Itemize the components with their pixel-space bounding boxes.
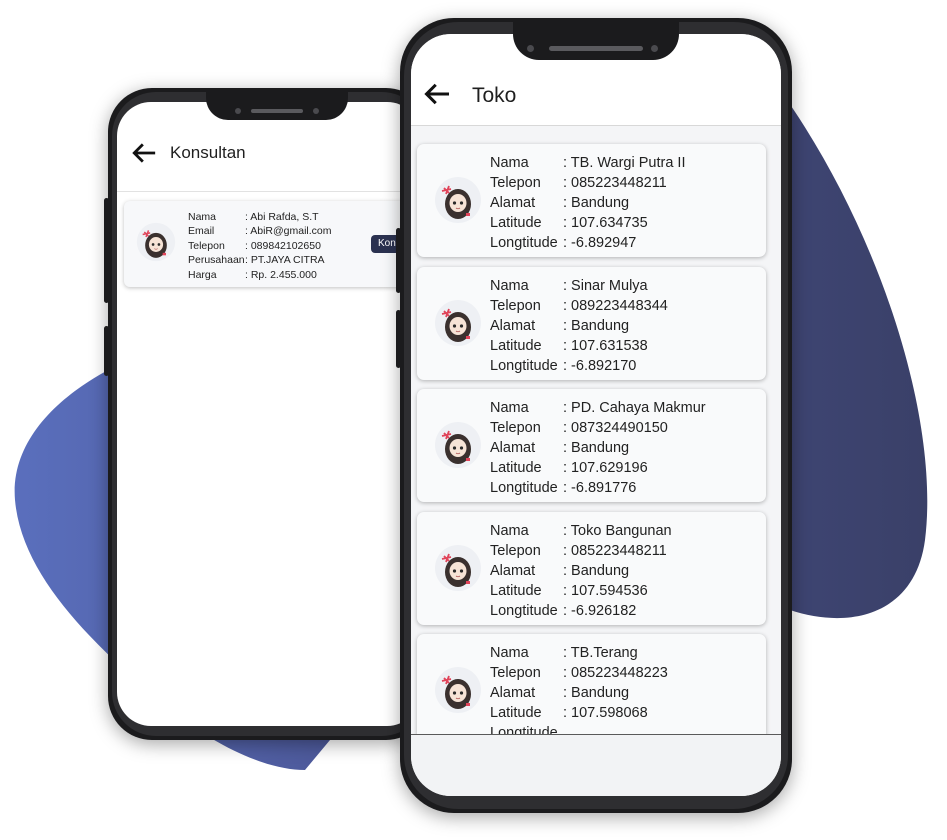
avatar	[435, 422, 481, 468]
store-fields: Nama: TB.Terang Telepon: 085223448223 Al…	[490, 643, 668, 734]
field-alamat: Alamat: Bandung	[490, 317, 630, 334]
field-latitude: Latitude: 107.629196	[490, 460, 648, 476]
phone-notch	[206, 88, 348, 120]
bottom-area	[411, 734, 781, 796]
field-nama: Nama: TB.Terang	[490, 645, 638, 661]
store-card[interactable]: Nama: Toko Bangunan Telepon: 08522344821…	[417, 511, 766, 625]
field-email: Email: AbiR@gmail.com	[188, 225, 332, 238]
field-longtitude: Longtitude	[490, 725, 558, 734]
store-list[interactable]: Nama: TB. Wargi Putra II Telepon: 085223…	[411, 126, 781, 734]
field-telepon: Telepon: 085223448223	[490, 665, 668, 681]
store-fields: Nama: PD. Cahaya Makmur Telepon: 0873244…	[490, 398, 706, 498]
konsultan-screen: Konsultan Nama: Abi Rafda, S.T Email: Ab…	[117, 102, 421, 726]
field-nama: Nama: Toko Bangunan	[490, 522, 672, 539]
field-telepon: Telepon: 085223448211	[490, 175, 667, 191]
field-nama: Nama: Abi Rafda, S.T	[188, 211, 319, 223]
field-telepon: Telepon: 089223448344	[490, 297, 668, 314]
arrow-left-icon[interactable]	[423, 80, 451, 108]
field-telepon: Telepon: 087324490150	[490, 420, 668, 436]
field-nama: Nama: PD. Cahaya Makmur	[490, 400, 706, 416]
field-latitude: Latitude: 107.634735	[490, 215, 648, 231]
page-title: Toko	[472, 84, 517, 107]
store-fields: Nama: Toko Bangunan Telepon: 08522344821…	[490, 521, 672, 621]
avatar	[435, 177, 481, 223]
field-longtitude: Longtitude: -6.892947	[490, 235, 637, 251]
field-perusahaan: Perusahaan: PT.JAYA CITRA	[188, 254, 325, 267]
field-nama: Nama: TB. Wargi Putra II	[490, 155, 686, 171]
field-latitude: Latitude: 107.598068	[490, 705, 648, 721]
konsultan-fields: Nama: Abi Rafda, S.T Email: AbiR@gmail.c…	[188, 210, 332, 282]
phone-notch	[513, 18, 679, 60]
arrow-left-icon[interactable]	[131, 140, 157, 166]
volume-button	[396, 228, 401, 293]
page-title: Konsultan	[170, 143, 246, 162]
store-fields: Nama: TB. Wargi Putra II Telepon: 085223…	[490, 153, 685, 253]
konsultan-phone: Konsultan Nama: Abi Rafda, S.T Email: Ab…	[104, 88, 430, 740]
volume-button	[104, 198, 109, 303]
field-latitude: Latitude: 107.594536	[490, 582, 648, 599]
field-alamat: Alamat: Bandung	[490, 685, 630, 701]
field-alamat: Alamat: Bandung	[490, 440, 630, 456]
toko-screen: Toko Nama: TB. Wargi Putra II Telepon: 0…	[411, 34, 781, 796]
field-harga: Harga: Rp. 2.455.000	[188, 268, 317, 281]
field-telepon: Telepon: 089842102650	[188, 239, 321, 252]
field-latitude: Latitude: 107.631538	[490, 337, 648, 354]
field-alamat: Alamat: Bandung	[490, 562, 630, 579]
field-longtitude: Longtitude: -6.891776	[490, 480, 637, 496]
field-longtitude: Longtitude: -6.926182	[490, 602, 637, 619]
store-card[interactable]: Nama: TB.Terang Telepon: 085223448223 Al…	[417, 634, 766, 734]
store-card[interactable]: Nama: TB. Wargi Putra II Telepon: 085223…	[417, 144, 766, 257]
avatar	[435, 667, 481, 713]
field-alamat: Alamat: Bandung	[490, 195, 630, 211]
store-card[interactable]: Nama: PD. Cahaya Makmur Telepon: 0873244…	[417, 389, 766, 502]
avatar	[136, 222, 176, 262]
avatar	[435, 299, 481, 346]
store-card[interactable]: Nama: Sinar Mulya Telepon: 089223448344 …	[417, 266, 766, 380]
power-button	[104, 326, 109, 376]
field-nama: Nama: Sinar Mulya	[490, 277, 648, 294]
avatar	[435, 544, 481, 591]
field-longtitude: Longtitude: -6.892170	[490, 357, 637, 374]
power-button	[396, 310, 401, 368]
store-fields: Nama: Sinar Mulya Telepon: 089223448344 …	[490, 276, 668, 376]
toko-phone: Toko Nama: TB. Wargi Putra II Telepon: 0…	[396, 18, 792, 813]
konsultan-card[interactable]: Nama: Abi Rafda, S.T Email: AbiR@gmail.c…	[124, 201, 421, 287]
field-telepon: Telepon: 085223448211	[490, 542, 667, 559]
